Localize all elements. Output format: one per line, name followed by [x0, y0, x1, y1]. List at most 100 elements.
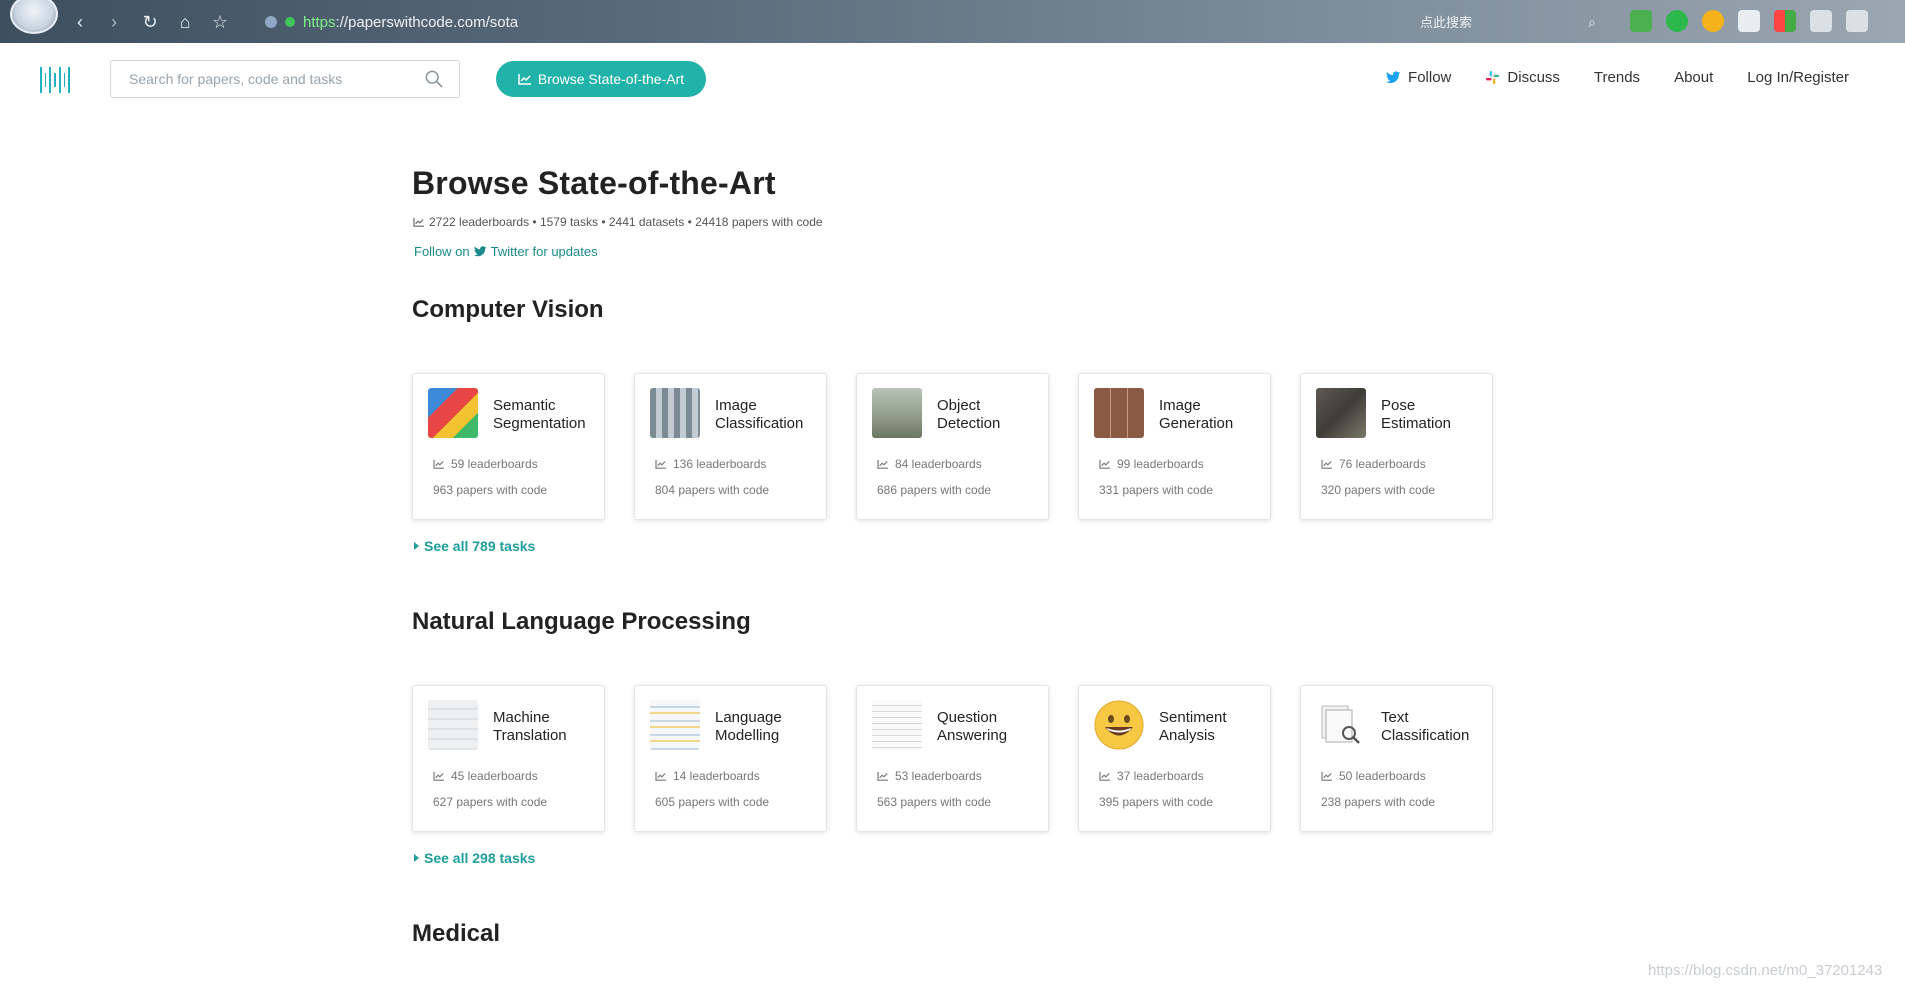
- nav-links: Follow Discuss Trends About Log In/Regis…: [1386, 69, 1849, 86]
- url-text: ://paperswithcode.com/sota: [335, 13, 519, 31]
- papers-count: 963 papers with code: [433, 483, 548, 497]
- question-answering-thumbnail: [872, 700, 922, 750]
- task-name: Question Answering: [937, 709, 1008, 744]
- url-protocol: https: [303, 13, 336, 31]
- extension-3-icon[interactable]: [1702, 10, 1724, 32]
- search-input[interactable]: [129, 61, 419, 97]
- see-all-nlp-tasks-link[interactable]: See all 298 tasks: [414, 850, 535, 866]
- chart-line-icon: [877, 771, 888, 781]
- apps-icon[interactable]: [1774, 10, 1796, 32]
- leaderboards-text: 50 leaderboards: [1339, 769, 1426, 783]
- task-name: Sentiment Analysis: [1159, 709, 1227, 744]
- headset-icon[interactable]: [1810, 10, 1832, 32]
- follow-link[interactable]: Follow: [1386, 69, 1451, 86]
- trends-link[interactable]: Trends: [1594, 69, 1640, 86]
- leaderboards-count: 53 leaderboards: [877, 769, 982, 783]
- leaderboards-count: 45 leaderboards: [433, 769, 538, 783]
- object-detection-thumbnail: [872, 388, 922, 438]
- task-card-image-classification[interactable]: Image Classification 136 leaderboards 80…: [634, 373, 827, 520]
- papers-count: 331 papers with code: [1099, 483, 1214, 497]
- task-card-sentiment-analysis[interactable]: Sentiment Analysis 37 leaderboards 395 p…: [1078, 685, 1271, 832]
- discuss-label: Discuss: [1507, 69, 1560, 86]
- chart-line-icon: [1099, 459, 1110, 469]
- leaderboards-count: 84 leaderboards: [877, 457, 982, 471]
- undo-icon[interactable]: [1846, 10, 1868, 32]
- task-name: Text Classification: [1381, 709, 1470, 744]
- task-card-language-modelling[interactable]: Language Modelling 14 leaderboards 605 p…: [634, 685, 827, 832]
- follow-prefix: Follow on: [414, 244, 470, 259]
- browse-sota-label: Browse State-of-the-Art: [537, 71, 685, 87]
- back-icon[interactable]: ‹: [70, 12, 90, 32]
- image-classification-thumbnail: [650, 388, 700, 438]
- leaderboards-count: 59 leaderboards: [433, 457, 538, 471]
- task-name: Image Generation: [1159, 397, 1234, 432]
- browser-toolbar: ‹ › ↻ ⌂ ☆ https ://paperswithcode.com/so…: [0, 0, 1905, 43]
- browser-search-box[interactable]: 点此搜索: [1420, 12, 1472, 31]
- task-card-image-generation[interactable]: Image Generation 99 leaderboards 331 pap…: [1078, 373, 1271, 520]
- page-title: Browse State-of-the-Art: [412, 165, 776, 201]
- leaderboards-text: 37 leaderboards: [1117, 769, 1204, 783]
- papers-count: 686 papers with code: [877, 483, 992, 497]
- logo-bar: [44, 73, 47, 87]
- forward-icon[interactable]: ›: [104, 12, 124, 32]
- task-card-object-detection[interactable]: Object Detection 84 leaderboards 686 pap…: [856, 373, 1049, 520]
- stats-text: 2722 leaderboards • 1579 tasks • 2441 da…: [429, 215, 823, 229]
- nlp-task-cards: Machine Translation 45 leaderboards 627 …: [412, 685, 1493, 832]
- bookmark-star-icon[interactable]: ☆: [210, 12, 230, 32]
- task-card-question-answering[interactable]: Question Answering 53 leaderboards 563 p…: [856, 685, 1049, 832]
- task-name: Pose Estimation: [1381, 397, 1452, 432]
- browser-search-icon[interactable]: ⌕: [1582, 12, 1602, 32]
- site-search-box: [110, 60, 460, 98]
- caret-right-icon: [414, 542, 419, 550]
- browse-sota-button[interactable]: Browse State-of-the-Art: [496, 61, 706, 97]
- logo-bar: [68, 67, 71, 93]
- task-card-text-classification[interactable]: Text Classification 50 leaderboards 238 …: [1300, 685, 1493, 832]
- task-card-pose-estimation[interactable]: Pose Estimation 76 leaderboards 320 pape…: [1300, 373, 1493, 520]
- secure-lock-icon: [285, 17, 295, 27]
- chart-line-icon: [1099, 771, 1110, 781]
- chart-line-icon: [655, 771, 666, 781]
- task-name: Semantic Segmentation: [493, 397, 586, 432]
- site-logo[interactable]: [40, 67, 71, 93]
- gamepad-icon[interactable]: [1738, 10, 1760, 32]
- leaderboards-count: 14 leaderboards: [655, 769, 760, 783]
- leaderboards-count: 50 leaderboards: [1321, 769, 1426, 783]
- leaderboards-count: 99 leaderboards: [1099, 457, 1204, 471]
- chart-line-icon: [433, 459, 444, 469]
- task-card-semantic-segmentation[interactable]: Semantic Segmentation 59 leaderboards 96…: [412, 373, 605, 520]
- task-name: Image Classification: [715, 397, 804, 432]
- task-card-machine-translation[interactable]: Machine Translation 45 leaderboards 627 …: [412, 685, 605, 832]
- papers-count: 238 papers with code: [1321, 795, 1436, 809]
- discuss-link[interactable]: Discuss: [1485, 69, 1560, 86]
- home-icon[interactable]: ⌂: [175, 12, 195, 32]
- task-name: Language Modelling: [715, 709, 782, 744]
- smiling-emoji-thumbnail: [1094, 700, 1144, 750]
- leaderboards-count: 37 leaderboards: [1099, 769, 1204, 783]
- profile-avatar[interactable]: [10, 0, 58, 34]
- chart-line-icon: [1321, 459, 1332, 469]
- cv-task-cards: Semantic Segmentation 59 leaderboards 96…: [412, 373, 1493, 520]
- about-link[interactable]: About: [1674, 69, 1713, 86]
- follow-on-twitter[interactable]: Follow on Twitter for updates: [414, 244, 598, 259]
- extension-icons: [1630, 10, 1868, 32]
- caret-right-icon: [414, 854, 419, 862]
- see-all-cv-tasks-link[interactable]: See all 789 tasks: [414, 538, 535, 554]
- site-info-icon[interactable]: [265, 16, 277, 28]
- logo-bar: [54, 73, 56, 87]
- browser-search-placeholder: 点此搜索: [1420, 15, 1473, 30]
- papers-count: 605 papers with code: [655, 795, 770, 809]
- section-title-nlp: Natural Language Processing: [412, 608, 751, 635]
- task-name: Object Detection: [937, 397, 1001, 432]
- chart-line-icon: [413, 217, 424, 227]
- extension-2-icon[interactable]: [1666, 10, 1688, 32]
- logo-bar: [40, 67, 42, 93]
- leaderboards-text: 99 leaderboards: [1117, 457, 1204, 471]
- leaderboards-text: 76 leaderboards: [1339, 457, 1426, 471]
- search-icon[interactable]: [425, 70, 443, 88]
- address-bar[interactable]: https ://paperswithcode.com/sota: [265, 10, 518, 34]
- login-register-link[interactable]: Log In/Register: [1747, 69, 1849, 86]
- reload-icon[interactable]: ↻: [140, 12, 160, 32]
- extension-1-icon[interactable]: [1630, 10, 1652, 32]
- papers-count: 627 papers with code: [433, 795, 548, 809]
- chart-line-icon: [433, 771, 444, 781]
